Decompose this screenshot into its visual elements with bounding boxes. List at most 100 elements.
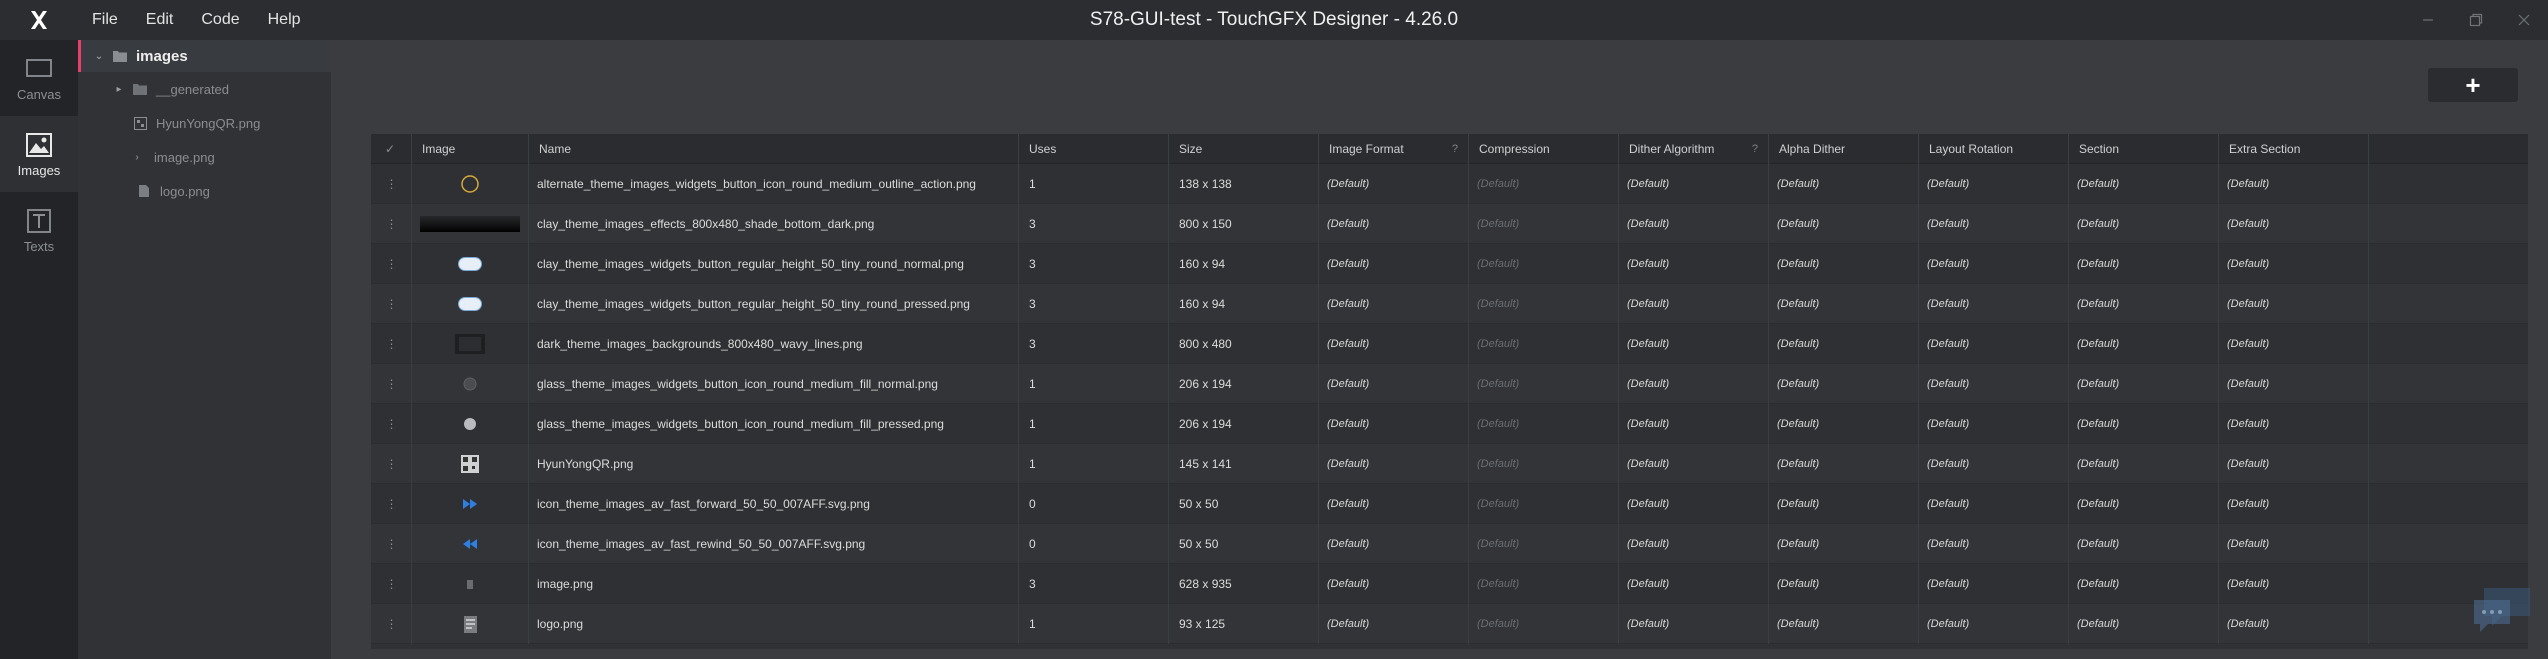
- extra-section-cell[interactable]: (Default): [2219, 524, 2369, 564]
- header-uses[interactable]: Uses: [1019, 134, 1169, 164]
- image-format-cell[interactable]: (Default): [1319, 204, 1469, 244]
- drag-handle-icon[interactable]: ⋮: [371, 204, 412, 244]
- extra-section-cell[interactable]: (Default): [2219, 204, 2369, 244]
- drag-handle-icon[interactable]: ⋮: [371, 484, 412, 524]
- image-name-cell[interactable]: clay_theme_images_widgets_button_regular…: [529, 244, 1019, 284]
- table-row[interactable]: ⋮ HyunYongQR.png 1 145 x 141 (Default) (Defau…: [371, 444, 2528, 484]
- alpha-dither-cell[interactable]: (Default): [1769, 604, 1919, 644]
- section-cell[interactable]: (Default): [2069, 244, 2219, 284]
- section-cell[interactable]: (Default): [2069, 284, 2219, 324]
- table-row[interactable]: ⋮ icon_theme_images_av_fast_rewind_50_50_…: [371, 524, 2528, 564]
- alpha-dither-cell[interactable]: (Default): [1769, 524, 1919, 564]
- dither-algorithm-cell[interactable]: (Default): [1619, 524, 1769, 564]
- layout-rotation-cell[interactable]: (Default): [1919, 564, 2069, 604]
- chevron-right-icon[interactable]: ▸: [112, 84, 126, 95]
- compression-cell[interactable]: (Default): [1469, 204, 1619, 244]
- header-section[interactable]: Section: [2069, 134, 2219, 164]
- dither-algorithm-cell[interactable]: (Default): [1619, 604, 1769, 644]
- image-name-cell[interactable]: HyunYongQR.png: [529, 444, 1019, 484]
- table-row[interactable]: ⋮ glass_theme_images_widgets_button_icon_…: [371, 404, 2528, 444]
- image-format-cell[interactable]: (Default): [1319, 564, 1469, 604]
- image-name-cell[interactable]: image.png: [529, 564, 1019, 604]
- drag-handle-icon[interactable]: ⋮: [371, 604, 412, 644]
- layout-rotation-cell[interactable]: (Default): [1919, 484, 2069, 524]
- layout-rotation-cell[interactable]: (Default): [1919, 364, 2069, 404]
- dither-algorithm-cell[interactable]: (Default): [1619, 324, 1769, 364]
- image-format-cell[interactable]: (Default): [1319, 524, 1469, 564]
- compression-cell[interactable]: (Default): [1469, 444, 1619, 484]
- section-cell[interactable]: (Default): [2069, 324, 2219, 364]
- table-row[interactable]: ⋮ alternate_theme_images_widgets_button_i…: [371, 164, 2528, 204]
- tree-item-generated[interactable]: ▸ __generated: [78, 72, 331, 106]
- extra-section-cell[interactable]: (Default): [2219, 164, 2369, 204]
- alpha-dither-cell[interactable]: (Default): [1769, 244, 1919, 284]
- dither-algorithm-cell[interactable]: (Default): [1619, 244, 1769, 284]
- image-format-cell[interactable]: (Default): [1319, 364, 1469, 404]
- dither-algorithm-cell[interactable]: (Default): [1619, 564, 1769, 604]
- drag-handle-icon[interactable]: ⋮: [371, 564, 412, 604]
- extra-section-cell[interactable]: (Default): [2219, 324, 2369, 364]
- extra-section-cell[interactable]: (Default): [2219, 564, 2369, 604]
- add-image-button[interactable]: +: [2428, 68, 2518, 102]
- alpha-dither-cell[interactable]: (Default): [1769, 164, 1919, 204]
- image-name-cell[interactable]: icon_theme_images_av_fast_forward_50_50_…: [529, 484, 1019, 524]
- chevron-right-icon[interactable]: ›: [132, 152, 142, 163]
- image-format-cell[interactable]: (Default): [1319, 604, 1469, 644]
- layout-rotation-cell[interactable]: (Default): [1919, 244, 2069, 284]
- alpha-dither-cell[interactable]: (Default): [1769, 324, 1919, 364]
- layout-rotation-cell[interactable]: (Default): [1919, 524, 2069, 564]
- dither-algorithm-cell[interactable]: (Default): [1619, 204, 1769, 244]
- extra-section-cell[interactable]: (Default): [2219, 604, 2369, 644]
- compression-cell[interactable]: (Default): [1469, 484, 1619, 524]
- section-cell[interactable]: (Default): [2069, 564, 2219, 604]
- header-image[interactable]: Image: [412, 134, 529, 164]
- table-row[interactable]: ⋮ glass_theme_images_widgets_button_icon_…: [371, 364, 2528, 404]
- drag-handle-icon[interactable]: ⋮: [371, 364, 412, 404]
- menu-code[interactable]: Code: [187, 0, 253, 40]
- minimize-button[interactable]: [2404, 0, 2452, 40]
- drag-handle-icon[interactable]: ⋮: [371, 244, 412, 284]
- section-cell[interactable]: (Default): [2069, 364, 2219, 404]
- tree-item-logo[interactable]: logo.png: [78, 174, 331, 208]
- drag-handle-icon[interactable]: ⋮: [371, 164, 412, 204]
- dither-algorithm-cell[interactable]: (Default): [1619, 364, 1769, 404]
- table-row[interactable]: ⋮ dark_theme_images_backgrounds_800x480_w…: [371, 324, 2528, 364]
- extra-section-cell[interactable]: (Default): [2219, 284, 2369, 324]
- drag-handle-icon[interactable]: ⋮: [371, 404, 412, 444]
- header-select[interactable]: ✓: [371, 134, 412, 164]
- image-name-cell[interactable]: logo.png: [529, 604, 1019, 644]
- extra-section-cell[interactable]: (Default): [2219, 364, 2369, 404]
- tree-item-image[interactable]: › image.png: [78, 140, 331, 174]
- image-name-cell[interactable]: clay_theme_images_widgets_button_regular…: [529, 284, 1019, 324]
- extra-section-cell[interactable]: (Default): [2219, 244, 2369, 284]
- header-size[interactable]: Size: [1169, 134, 1319, 164]
- image-name-cell[interactable]: dark_theme_images_backgrounds_800x480_wa…: [529, 324, 1019, 364]
- header-image-format[interactable]: Image Format?: [1319, 134, 1469, 164]
- layout-rotation-cell[interactable]: (Default): [1919, 324, 2069, 364]
- compression-cell[interactable]: (Default): [1469, 404, 1619, 444]
- alpha-dither-cell[interactable]: (Default): [1769, 484, 1919, 524]
- nav-canvas[interactable]: Canvas: [0, 40, 78, 116]
- header-compression[interactable]: Compression: [1469, 134, 1619, 164]
- header-layout-rotation[interactable]: Layout Rotation: [1919, 134, 2069, 164]
- layout-rotation-cell[interactable]: (Default): [1919, 204, 2069, 244]
- drag-handle-icon[interactable]: ⋮: [371, 444, 412, 484]
- compression-cell[interactable]: (Default): [1469, 244, 1619, 284]
- section-cell[interactable]: (Default): [2069, 444, 2219, 484]
- section-cell[interactable]: (Default): [2069, 524, 2219, 564]
- image-format-cell[interactable]: (Default): [1319, 164, 1469, 204]
- table-row[interactable]: ⋮ image.png 3 628 x 935 (Default) (Default) (D…: [371, 564, 2528, 604]
- alpha-dither-cell[interactable]: (Default): [1769, 564, 1919, 604]
- section-cell[interactable]: (Default): [2069, 404, 2219, 444]
- dither-algorithm-cell[interactable]: (Default): [1619, 484, 1769, 524]
- table-row[interactable]: ⋮ clay_theme_images_widgets_button_regula…: [371, 284, 2528, 324]
- compression-cell[interactable]: (Default): [1469, 364, 1619, 404]
- image-name-cell[interactable]: clay_theme_images_effects_800x480_shade_…: [529, 204, 1019, 244]
- image-format-cell[interactable]: (Default): [1319, 244, 1469, 284]
- table-row[interactable]: ⋮ clay_theme_images_widgets_button_regula…: [371, 244, 2528, 284]
- help-icon[interactable]: ?: [1452, 134, 1458, 164]
- drag-handle-icon[interactable]: ⋮: [371, 524, 412, 564]
- alpha-dither-cell[interactable]: (Default): [1769, 284, 1919, 324]
- image-format-cell[interactable]: (Default): [1319, 324, 1469, 364]
- image-format-cell[interactable]: (Default): [1319, 444, 1469, 484]
